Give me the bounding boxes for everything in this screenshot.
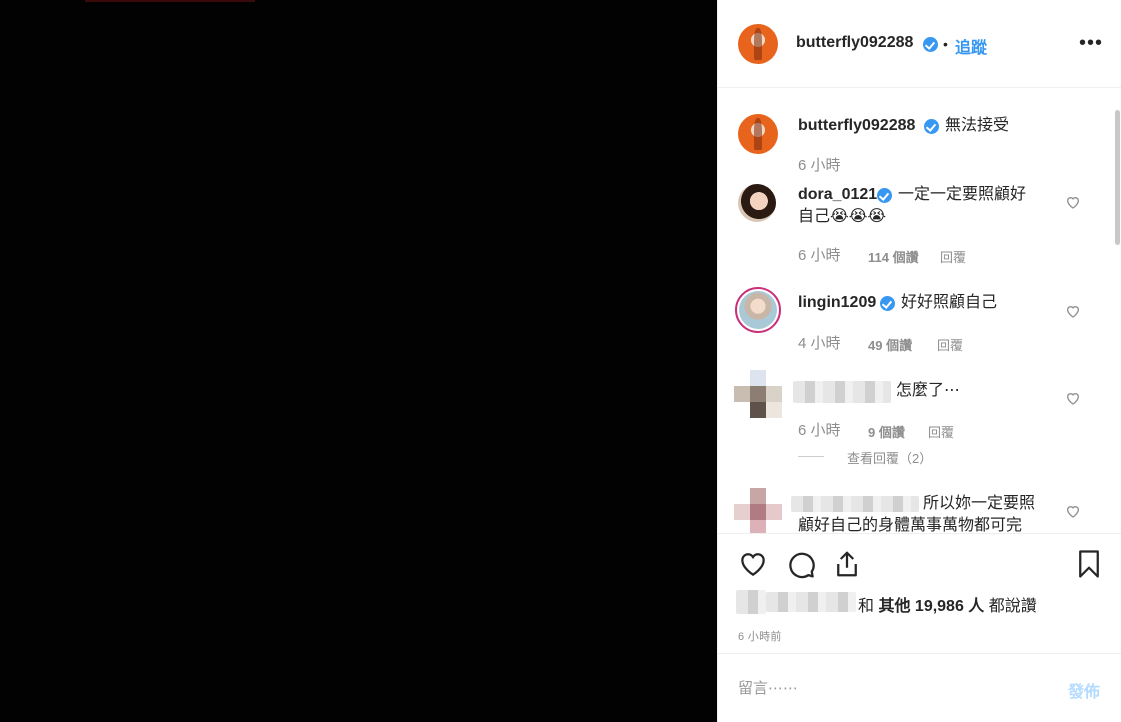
likes-summary[interactable]: 和 其他 19,986 人 都說讚: [858, 592, 1037, 616]
comment-input[interactable]: [738, 676, 1058, 700]
username-blurred[interactable]: [791, 496, 919, 512]
view-replies-dash: ——: [798, 448, 824, 463]
comments-scrollbar[interactable]: [1115, 110, 1120, 245]
caption-time: 6 小時: [798, 157, 841, 174]
liker-username-blurred[interactable]: [766, 592, 856, 612]
more-options-icon[interactable]: •••: [1079, 32, 1103, 55]
post-actions: 和 其他 19,986 人 都說讚 6 小時前: [718, 533, 1121, 653]
comment-text-cont: 自己😭😭😭: [798, 208, 887, 225]
verified-badge-icon: [880, 296, 895, 311]
reply-button[interactable]: 回覆: [940, 247, 966, 266]
post-comment-button[interactable]: 發佈: [1068, 678, 1100, 702]
bookmark-icon[interactable]: [1074, 548, 1104, 580]
like-comment-heart-icon[interactable]: [1065, 503, 1081, 519]
comment-text: 怎麼了⋯: [896, 382, 961, 399]
reply-button[interactable]: 回覆: [937, 335, 963, 354]
comment-time: 4 小時: [798, 335, 841, 352]
comment-text: 一定一定要照顧好: [898, 186, 1027, 203]
comment-composer: 發佈: [718, 653, 1121, 722]
comment-likes[interactable]: 9 個讚: [868, 422, 905, 441]
post-side-panel: butterfly092288 • 追蹤 ••• butterfly092288…: [717, 0, 1121, 722]
comment-avatar-blurred[interactable]: [734, 370, 782, 418]
comment-time: 6 小時: [798, 422, 841, 439]
comment-username[interactable]: lingin1209: [798, 292, 876, 314]
comment-text-cont: 顧好自己的身體萬事萬物都可完: [798, 517, 1023, 533]
share-icon[interactable]: [832, 548, 862, 580]
comment-likes[interactable]: 49 個讚: [868, 335, 912, 354]
like-comment-heart-icon[interactable]: [1065, 390, 1081, 406]
media-top-edge: [85, 0, 255, 2]
verified-badge-icon: [924, 119, 939, 134]
comment-text: 所以妳一定要照: [923, 495, 1036, 512]
username-blurred[interactable]: [793, 381, 891, 403]
comment-time: 6 小時: [798, 247, 841, 264]
liker-avatar-blurred[interactable]: [736, 590, 766, 614]
comment-username[interactable]: dora_0121: [798, 184, 877, 206]
like-comment-heart-icon[interactable]: [1065, 303, 1081, 319]
comment-avatar-blurred[interactable]: [734, 488, 782, 533]
comment-text: 好好照顧自己: [901, 294, 998, 311]
comments-list[interactable]: butterfly092288 無法接受 6 小時 dora_0121 一定一定…: [718, 89, 1121, 533]
post-timestamp[interactable]: 6 小時前: [738, 628, 782, 644]
post-media[interactable]: [0, 0, 717, 722]
verified-badge-icon: [923, 37, 938, 52]
follow-button[interactable]: 追蹤: [955, 34, 987, 58]
post-header: butterfly092288 • 追蹤 •••: [718, 0, 1121, 88]
caption-username[interactable]: butterfly092288: [798, 115, 915, 137]
author-avatar[interactable]: [738, 24, 778, 64]
like-comment-heart-icon[interactable]: [1065, 194, 1081, 210]
like-heart-icon[interactable]: [737, 549, 769, 579]
comment-avatar[interactable]: [738, 184, 776, 222]
caption-avatar[interactable]: [738, 114, 778, 154]
author-username[interactable]: butterfly092288: [796, 34, 913, 52]
view-replies-button[interactable]: 查看回覆（2）: [847, 448, 932, 467]
verified-badge-icon: [877, 188, 892, 203]
comment-bubble-icon[interactable]: [785, 549, 817, 579]
reply-button[interactable]: 回覆: [928, 422, 954, 441]
caption-text: 無法接受: [945, 117, 1010, 134]
comment-likes[interactable]: 114 個讚: [868, 247, 919, 266]
separator-dot: •: [943, 36, 948, 52]
comment-avatar[interactable]: [735, 287, 781, 333]
